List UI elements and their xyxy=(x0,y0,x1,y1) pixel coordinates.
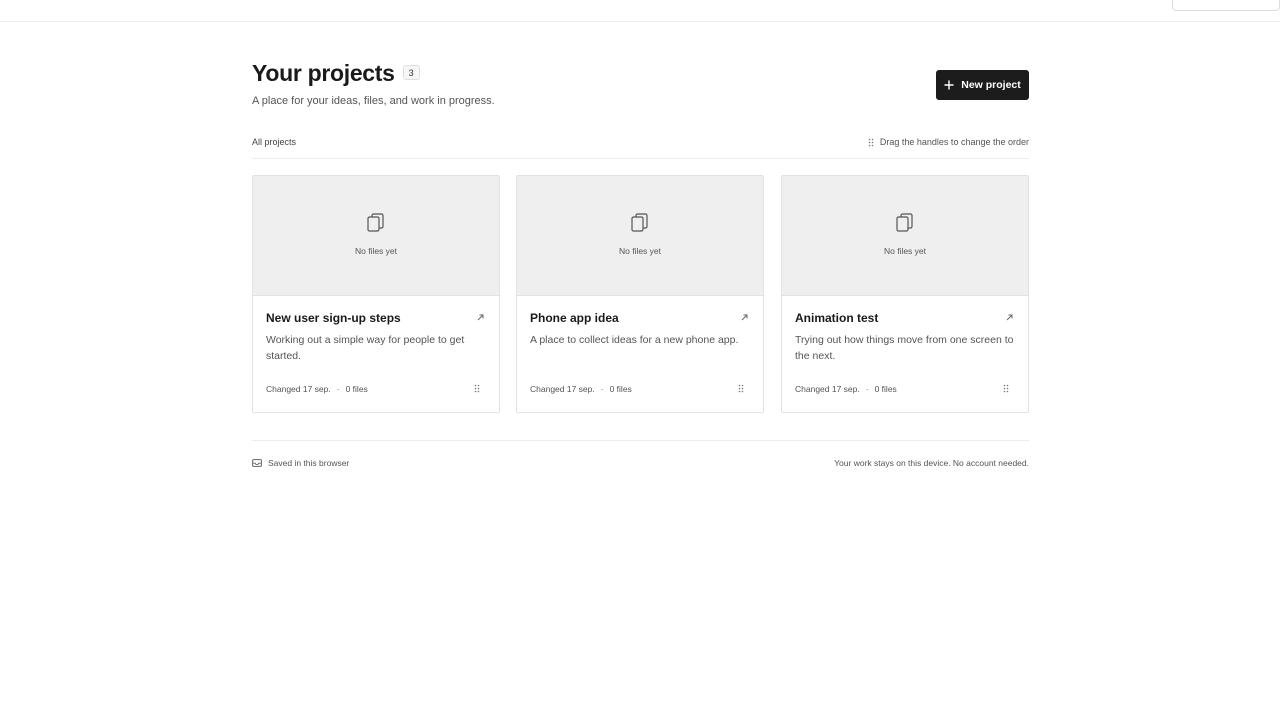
meta-separator: · xyxy=(600,384,604,394)
project-title[interactable]: Phone app idea xyxy=(530,311,619,325)
file-count: 0 files xyxy=(874,384,897,394)
drag-handle-icon[interactable] xyxy=(474,384,480,393)
project-description: Trying out how things move from one scre… xyxy=(795,334,1014,362)
saved-status: Saved in this browser xyxy=(252,458,349,468)
title-row: Your projects 3 xyxy=(252,60,1029,87)
project-preview: No files yet xyxy=(782,176,1028,296)
projects-toolbar: All projects Drag the handles to change … xyxy=(252,133,1029,159)
page-header: Your projects 3 A place for your ideas, … xyxy=(252,60,1029,120)
open-arrow-icon[interactable] xyxy=(740,313,749,322)
privacy-note: Your work stays on this device. No accou… xyxy=(834,458,1029,468)
page-subtitle: A place for your ideas, files, and work … xyxy=(252,95,495,107)
project-description: A place to collect ideas for a new phone… xyxy=(530,334,739,346)
changed-date: Changed 17 sep. xyxy=(795,384,860,394)
page-title: Your projects xyxy=(252,60,395,86)
changed-date: Changed 17 sep. xyxy=(530,384,595,394)
project-card[interactable]: No files yet New user sign-up steps Work… xyxy=(252,175,500,413)
storage-icon xyxy=(252,459,262,467)
file-count: 0 files xyxy=(609,384,632,394)
no-files-label: No files yet xyxy=(618,246,662,256)
drag-handle-icon[interactable] xyxy=(1003,384,1009,393)
drag-hint-text: Drag the handles to change the order xyxy=(879,137,1029,147)
open-arrow-icon[interactable] xyxy=(476,313,485,322)
files-icon xyxy=(631,213,649,233)
no-files-label: No files yet xyxy=(354,246,398,256)
project-description: Working out a simple way for people to g… xyxy=(266,334,465,362)
top-bar xyxy=(0,0,1280,22)
meta-separator: · xyxy=(865,384,869,394)
files-icon xyxy=(367,213,385,233)
drag-handle-icon[interactable] xyxy=(738,384,744,393)
files-icon xyxy=(896,213,914,233)
project-grid: No files yet New user sign-up steps Work… xyxy=(252,175,1029,413)
meta-separator: · xyxy=(336,384,340,394)
project-title[interactable]: Animation test xyxy=(795,311,878,325)
project-card[interactable]: No files yet Phone app idea A place to c… xyxy=(516,175,764,413)
new-project-label: New project xyxy=(961,79,1021,91)
project-preview: No files yet xyxy=(253,176,499,296)
file-count: 0 files xyxy=(345,384,368,394)
drag-handle-icon xyxy=(868,138,874,147)
drag-hint: Drag the handles to change the order xyxy=(868,137,1029,147)
project-preview: No files yet xyxy=(517,176,763,296)
project-meta: Changed 17 sep. · 0 files xyxy=(530,384,632,394)
project-meta: Changed 17 sep. · 0 files xyxy=(795,384,897,394)
project-card[interactable]: No files yet Animation test Trying out h… xyxy=(781,175,1029,413)
page-footer: Saved in this browser Your work stays on… xyxy=(252,440,1029,470)
project-title[interactable]: New user sign-up steps xyxy=(266,311,401,325)
saved-label: Saved in this browser xyxy=(268,458,350,468)
project-count-badge: 3 xyxy=(402,65,420,80)
project-meta: Changed 17 sep. · 0 files xyxy=(266,384,368,394)
new-project-button[interactable]: New project xyxy=(936,70,1029,100)
all-projects-label: All projects xyxy=(252,137,297,147)
open-arrow-icon[interactable] xyxy=(1005,313,1014,322)
no-files-label: No files yet xyxy=(883,246,927,256)
changed-date: Changed 17 sep. xyxy=(266,384,331,394)
plus-icon xyxy=(944,80,954,90)
top-bar-button[interactable] xyxy=(1172,0,1280,11)
